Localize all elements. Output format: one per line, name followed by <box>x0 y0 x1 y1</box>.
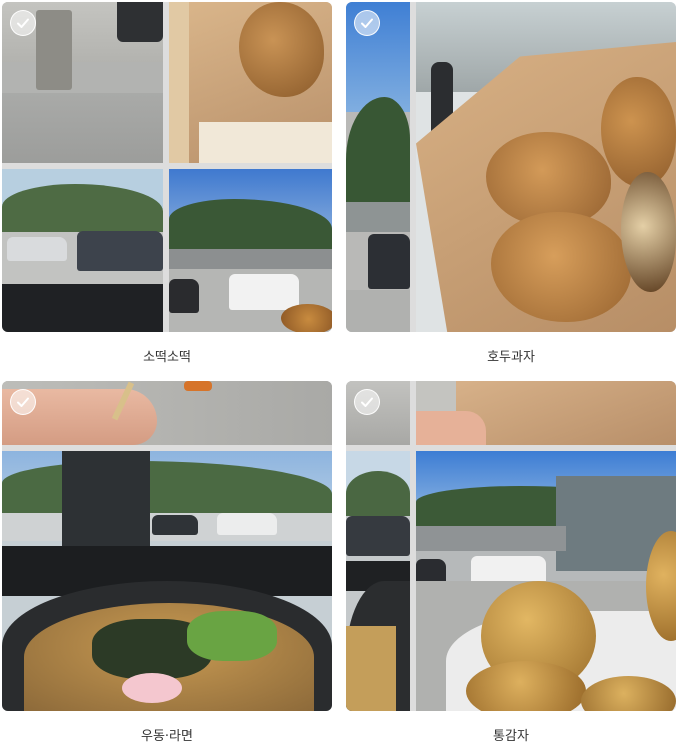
photo-walnut-cakes <box>416 2 676 332</box>
card-caption: 호두과자 <box>487 350 535 365</box>
select-check-icon[interactable] <box>354 389 380 415</box>
card-caption: 우동·라면 <box>141 729 193 742</box>
photo-card-whole-potato[interactable]: 통감자 <box>346 381 676 742</box>
select-check-icon[interactable] <box>10 389 36 415</box>
photo-parking-mountains <box>169 169 332 332</box>
photo-card-udon-ramen[interactable]: 우동·라면 <box>2 381 332 742</box>
photo-paper-bag <box>169 2 332 163</box>
photo-pavement-small <box>346 381 410 445</box>
card-caption: 통감자 <box>493 729 529 742</box>
photo-paper-bag <box>416 381 676 445</box>
photo-card-sotteok[interactable]: 소떡소떡 <box>2 2 332 365</box>
photo-potatoes <box>416 451 676 711</box>
photo-collage <box>2 381 332 711</box>
photo-collage <box>2 2 332 332</box>
photo-collage <box>346 2 676 332</box>
photo-mountain-strip <box>346 2 410 332</box>
photo-window-view <box>2 169 163 332</box>
photo-hand-skewer <box>2 381 332 445</box>
photo-window-strip <box>346 451 410 711</box>
photo-collage <box>346 381 676 711</box>
photo-noodle-bowl <box>2 451 332 711</box>
select-check-icon[interactable] <box>354 10 380 36</box>
select-check-icon[interactable] <box>10 10 36 36</box>
card-caption: 소떡소떡 <box>143 350 191 365</box>
photo-card-walnut-cake[interactable]: 호두과자 <box>346 2 676 365</box>
